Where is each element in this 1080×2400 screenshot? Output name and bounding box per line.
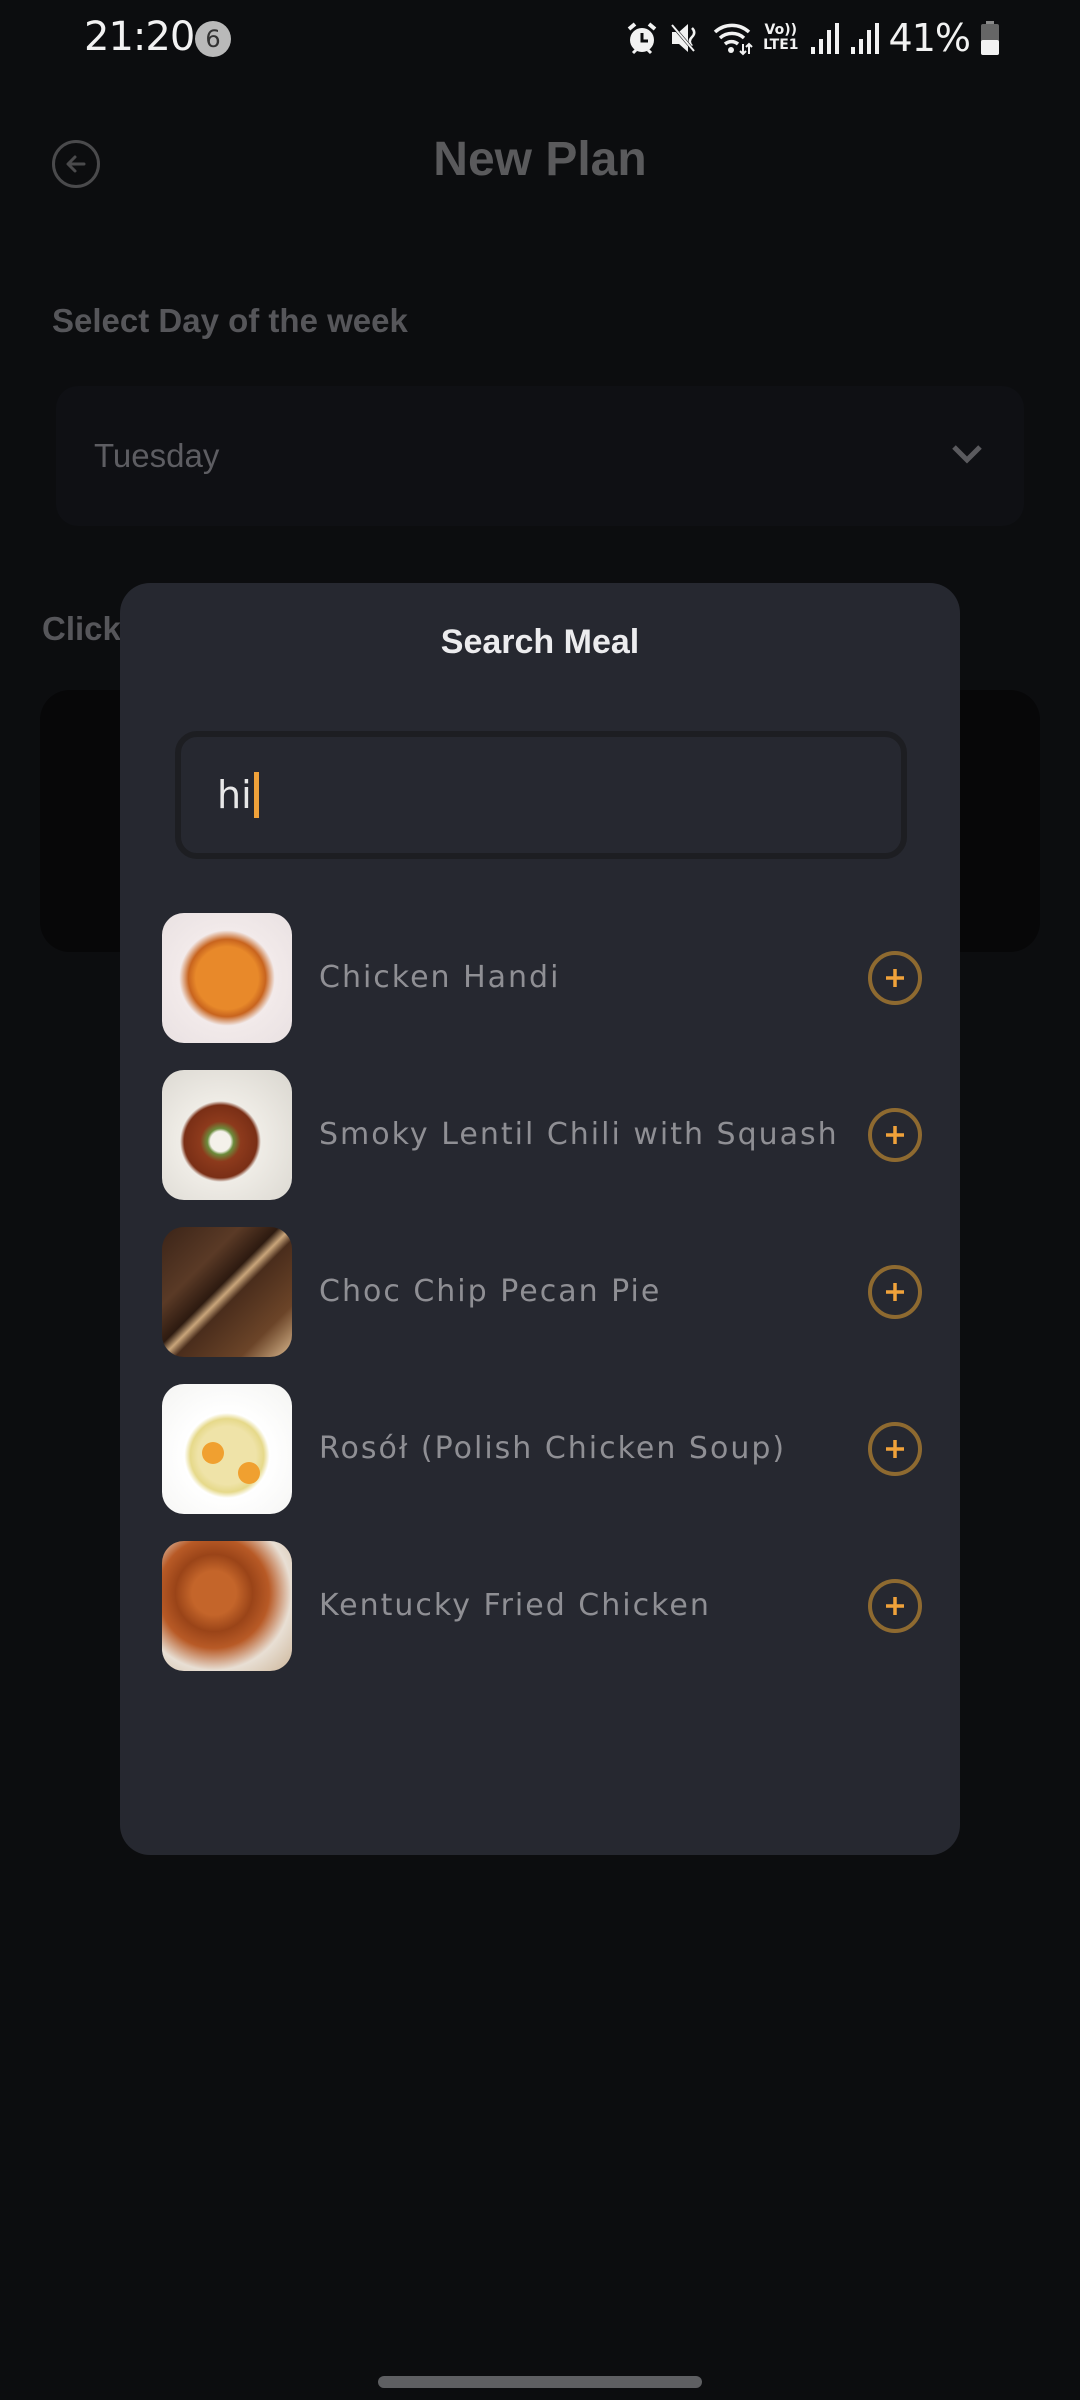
meal-name: Smoky Lentil Chili with Squash	[319, 1117, 839, 1152]
mute-icon	[669, 18, 703, 58]
search-meal-modal: Search Meal hi Chicken Handi Smoky Lenti…	[120, 583, 960, 1855]
meal-results-list: Chicken Handi Smoky Lentil Chili with Sq…	[162, 899, 922, 1684]
list-item[interactable]: Rosół (Polish Chicken Soup)	[162, 1370, 922, 1527]
status-icons: Vo)) LTE1 41%	[625, 16, 1000, 60]
search-input-value: hi	[217, 773, 252, 817]
add-meal-button[interactable]	[868, 1578, 922, 1633]
meal-name: Kentucky Fried Chicken	[319, 1588, 711, 1623]
plus-icon	[886, 1125, 904, 1144]
text-cursor	[253, 772, 259, 818]
day-section-label: Select Day of the week	[52, 302, 408, 339]
click-section-label: Click	[42, 610, 121, 647]
home-gesture-bar[interactable]	[378, 2376, 702, 2388]
list-item[interactable]: Kentucky Fried Chicken	[162, 1527, 922, 1684]
plus-icon	[886, 968, 904, 987]
meal-name: Rosół (Polish Chicken Soup)	[319, 1431, 787, 1466]
battery-icon	[980, 18, 1000, 58]
meal-image-kentucky-fried-chicken	[162, 1540, 292, 1671]
day-of-week-select[interactable]: Tuesday	[56, 386, 1024, 526]
plus-icon	[886, 1439, 904, 1458]
plus-icon	[886, 1596, 904, 1615]
page-title: New Plan	[433, 133, 647, 186]
wifi-icon	[713, 18, 753, 58]
add-meal-button[interactable]	[868, 1421, 922, 1476]
list-item[interactable]: Choc Chip Pecan Pie	[162, 1213, 922, 1370]
modal-title: Search Meal	[440, 623, 640, 661]
volte-label: Vo))	[764, 22, 798, 38]
battery-percent: 41%	[888, 16, 971, 60]
meal-image-chicken-handi	[162, 912, 292, 1043]
volte-lte-icon: Vo)) LTE1	[763, 18, 798, 58]
add-meal-button[interactable]	[868, 950, 922, 1005]
list-item[interactable]: Chicken Handi	[162, 899, 922, 1056]
meal-name: Chicken Handi	[319, 960, 561, 995]
status-time: 21:20	[84, 14, 195, 60]
notification-count-badge: 6	[195, 21, 231, 57]
add-meal-button[interactable]	[868, 1107, 922, 1162]
meal-search-input[interactable]: hi	[175, 731, 907, 859]
meal-image-choc-chip-pecan-pie	[162, 1226, 292, 1357]
status-bar: 21:20 6 Vo)) LTE1 41%	[0, 0, 1080, 80]
signal-icon	[809, 18, 839, 58]
lte-label: LTE1	[763, 37, 799, 53]
plus-icon	[886, 1282, 904, 1301]
meal-name: Choc Chip Pecan Pie	[319, 1274, 662, 1309]
meal-image-smoky-lentil-chili	[162, 1069, 292, 1200]
signal-icon	[849, 18, 879, 58]
chevron-down-icon	[952, 445, 982, 464]
day-select-value: Tuesday	[94, 437, 220, 474]
alarm-icon	[625, 18, 659, 58]
list-item[interactable]: Smoky Lentil Chili with Squash	[162, 1056, 922, 1213]
soup-garnish	[238, 1461, 260, 1484]
meal-image-polish-chicken-soup	[162, 1383, 292, 1514]
soup-garnish	[202, 1441, 224, 1464]
add-meal-button[interactable]	[868, 1264, 922, 1319]
